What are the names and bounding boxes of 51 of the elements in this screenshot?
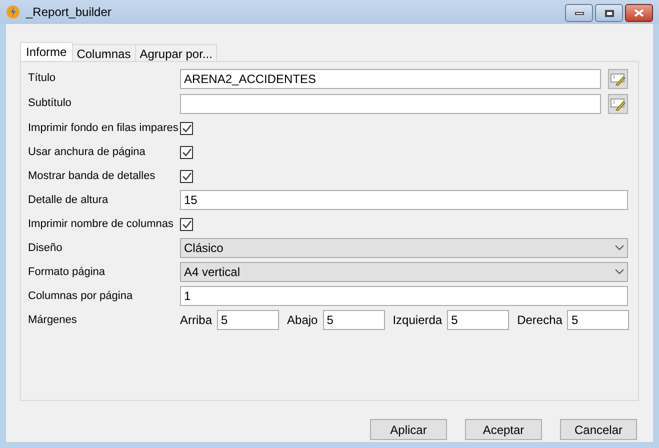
app-logo-icon — [6, 5, 20, 19]
dialog-button[interactable]: Aplicar — [370, 419, 447, 440]
input-field[interactable]: 1 — [180, 286, 628, 306]
chevron-down-icon — [615, 269, 624, 275]
input-field[interactable]: 5 — [322, 310, 385, 330]
input-field[interactable]: 5 — [567, 310, 630, 330]
field-label: Márgenes — [28, 312, 78, 328]
minimize-button[interactable] — [565, 4, 593, 22]
field-label: Usar anchura de página — [28, 144, 146, 160]
dropdown[interactable]: A4 vertical — [180, 262, 628, 282]
field-label: Imprimir fondo en filas impares — [28, 120, 180, 136]
check-icon — [182, 148, 192, 156]
checkbox[interactable] — [180, 122, 193, 134]
window-title: _Report_builder — [26, 4, 112, 21]
close-button[interactable] — [625, 4, 653, 22]
field-label: Columnas por página — [28, 288, 134, 304]
pencil-icon — [610, 96, 626, 110]
field-label: Formato página — [28, 264, 106, 280]
tab[interactable]: Columnas — [72, 44, 136, 61]
edit-button[interactable] — [608, 68, 628, 88]
checkbox[interactable] — [180, 170, 193, 182]
check-icon — [182, 220, 192, 228]
input-field[interactable]: 5 — [217, 310, 280, 330]
input-field[interactable]: ARENA2_ACCIDENTES — [180, 68, 601, 88]
edit-button[interactable] — [608, 94, 628, 114]
field-label: Diseño — [28, 240, 64, 256]
input-field[interactable] — [180, 94, 601, 114]
check-icon — [182, 172, 192, 180]
field-label: Imprimir nombre de columnas — [28, 216, 174, 232]
pencil-icon — [610, 72, 626, 86]
field-label: Derecha — [517, 312, 562, 329]
input-field[interactable]: 15 — [180, 190, 628, 210]
dialog-button[interactable]: Aceptar — [465, 419, 542, 440]
checkbox[interactable] — [180, 218, 193, 230]
chevron-down-icon — [615, 245, 624, 251]
dropdown[interactable]: Clásico — [180, 238, 628, 258]
field-label: Título — [28, 71, 57, 86]
field-label: Arriba — [180, 312, 212, 329]
field-label: Subtítulo — [28, 96, 72, 112]
field-label: Abajo — [287, 312, 318, 329]
check-icon — [182, 124, 192, 132]
checkbox[interactable] — [180, 146, 193, 158]
tab[interactable]: Agrupar por... — [136, 44, 218, 61]
field-label: Detalle de altura — [28, 192, 110, 208]
tab[interactable]: Informe — [20, 42, 73, 61]
field-label: Izquierda — [392, 312, 442, 329]
close-icon — [634, 9, 644, 17]
field-label: Mostrar banda de detalles — [28, 168, 156, 184]
dialog-button[interactable]: Cancelar — [560, 419, 637, 440]
input-field[interactable]: 5 — [447, 310, 510, 330]
maximize-button[interactable] — [595, 4, 623, 22]
